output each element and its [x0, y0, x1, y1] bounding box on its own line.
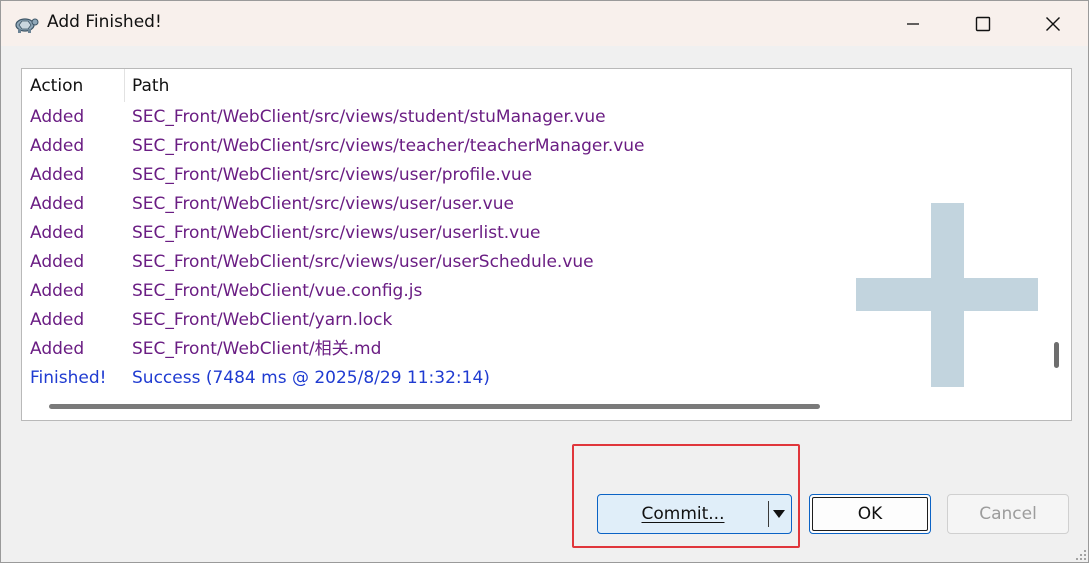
dropdown-arrow-icon[interactable] — [772, 509, 786, 519]
row-action: Added — [30, 281, 85, 301]
table-row[interactable]: Added SEC_Front/WebClient/vue.config.js — [22, 277, 1044, 306]
row-path: SEC_Front/WebClient/src/views/user/userS… — [132, 252, 594, 272]
row-path: SEC_Front/WebClient/src/views/user/userl… — [132, 223, 541, 243]
maximize-icon — [975, 16, 991, 31]
window-title: Add Finished! — [47, 12, 162, 32]
row-action: Added — [30, 107, 85, 127]
row-action: Finished! — [30, 368, 107, 388]
horizontal-scroll-thumb[interactable] — [49, 404, 820, 409]
table-row[interactable]: Added SEC_Front/WebClient/src/views/user… — [22, 219, 1044, 248]
row-path: SEC_Front/WebClient/yarn.lock — [132, 310, 393, 330]
row-action: Added — [30, 223, 85, 243]
horizontal-scrollbar[interactable] — [22, 395, 1044, 419]
row-path: SEC_Front/WebClient/src/views/user/user.… — [132, 194, 514, 214]
row-path: SEC_Front/WebClient/vue.config.js — [132, 281, 423, 301]
column-divider[interactable] — [124, 69, 125, 102]
ok-button[interactable]: OK — [809, 494, 931, 534]
table-row[interactable]: Added SEC_Front/WebClient/yarn.lock — [22, 306, 1044, 335]
row-action: Added — [30, 165, 85, 185]
row-path: SEC_Front/WebClient/src/views/user/profi… — [132, 165, 533, 185]
table-row[interactable]: Added SEC_Front/WebClient/src/views/user… — [22, 190, 1044, 219]
add-finished-dialog: Add Finished! Action Path Added SEC_Fron… — [0, 0, 1089, 563]
maximize-button[interactable] — [954, 1, 1012, 46]
title-bar[interactable]: Add Finished! — [1, 1, 1088, 46]
column-header-action[interactable]: Action — [30, 76, 83, 96]
column-header-path[interactable]: Path — [132, 76, 169, 96]
row-path: SEC_Front/WebClient/src/views/teacher/te… — [132, 136, 645, 156]
tortoise-app-icon — [15, 18, 39, 33]
row-action: Added — [30, 136, 85, 156]
row-path: Success (7484 ms @ 2025/8/29 11:32:14) — [132, 368, 490, 388]
row-action: Added — [30, 252, 85, 272]
row-action: Added — [30, 310, 85, 330]
commit-split-divider — [768, 501, 769, 527]
row-path: SEC_Front/WebClient/src/views/student/st… — [132, 107, 606, 127]
commit-split-button[interactable]: Commit... — [597, 494, 792, 534]
row-path: SEC_Front/WebClient/相关.md — [132, 339, 382, 359]
commit-button-label[interactable]: Commit... — [598, 495, 768, 533]
table-row[interactable]: Added SEC_Front/WebClient/src/views/teac… — [22, 132, 1044, 161]
minimize-button[interactable] — [884, 1, 942, 46]
close-icon — [1046, 16, 1060, 31]
vertical-scroll-thumb[interactable] — [1054, 342, 1059, 368]
vertical-scrollbar[interactable] — [1044, 69, 1070, 420]
table-row[interactable]: Added SEC_Front/WebClient/src/views/stud… — [22, 103, 1044, 132]
close-button[interactable] — [1024, 1, 1082, 46]
list-rows: Added SEC_Front/WebClient/src/views/stud… — [22, 103, 1044, 393]
cancel-button[interactable]: Cancel — [947, 494, 1069, 534]
row-action: Added — [30, 339, 85, 359]
table-row[interactable]: Added SEC_Front/WebClient/src/views/user… — [22, 161, 1044, 190]
list-header: Action Path — [22, 69, 1044, 103]
row-action: Added — [30, 194, 85, 214]
table-row[interactable]: Added SEC_Front/WebClient/相关.md — [22, 335, 1044, 364]
results-list[interactable]: Action Path Added SEC_Front/WebClient/sr… — [21, 68, 1072, 421]
minimize-icon — [907, 22, 919, 25]
table-row[interactable]: Added SEC_Front/WebClient/src/views/user… — [22, 248, 1044, 277]
ok-focus-ring — [812, 497, 928, 531]
resize-grip-icon[interactable] — [1074, 548, 1087, 561]
table-row-finished[interactable]: Finished! Success (7484 ms @ 2025/8/29 1… — [22, 364, 1044, 393]
